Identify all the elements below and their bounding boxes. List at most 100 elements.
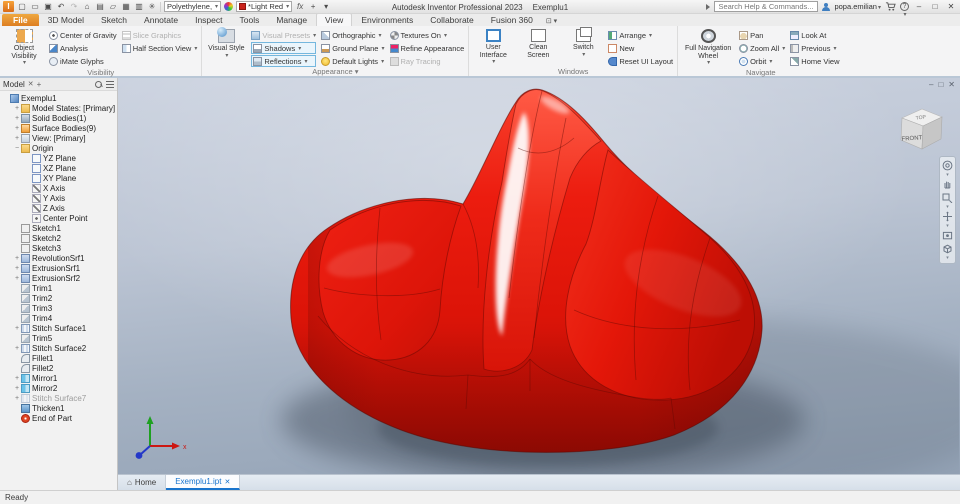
- tab-environments[interactable]: Environments: [353, 14, 421, 26]
- color-wheel-icon[interactable]: [224, 2, 234, 11]
- tree-item-extrusionsrf2[interactable]: + ExtrusionSrf2: [0, 273, 117, 283]
- orbit-button[interactable]: Orbit: [739, 55, 785, 67]
- tab-file[interactable]: File: [2, 14, 39, 26]
- tree-item-model-states-primary-[interactable]: + Model States: [Primary]: [0, 103, 117, 113]
- tree-item-origin[interactable]: − Origin: [0, 143, 117, 153]
- center-of-gravity-button[interactable]: Center of Gravity: [49, 29, 117, 41]
- visual-presets-dropdown[interactable]: Visual Presets: [251, 29, 316, 41]
- nav-look-at-icon[interactable]: [942, 230, 953, 241]
- tree-item-solid-bodies-1-[interactable]: + Solid Bodies(1): [0, 113, 117, 123]
- pan-button[interactable]: Pan: [739, 29, 785, 41]
- tree-item-thicken1[interactable]: Thicken1: [0, 403, 117, 413]
- tree-item-surface-bodies-9-[interactable]: + Surface Bodies(9): [0, 123, 117, 133]
- open-icon[interactable]: ▭: [30, 1, 40, 13]
- object-visibility-button[interactable]: Object Visibility: [4, 27, 44, 68]
- doc-tab-active[interactable]: Exemplu1.ipt ✕: [166, 475, 241, 490]
- tab-annotate[interactable]: Annotate: [136, 14, 186, 26]
- nav-caret[interactable]: ▾: [946, 224, 949, 229]
- tree-item-trim1[interactable]: Trim1: [0, 283, 117, 293]
- tree-expander-icon[interactable]: +: [13, 135, 21, 142]
- tree-item-trim3[interactable]: Trim3: [0, 303, 117, 313]
- close-button[interactable]: ✕: [945, 2, 957, 11]
- browser-tab-add-icon[interactable]: +: [37, 80, 42, 89]
- imate-glyphs-button[interactable]: iMate Glyphs: [49, 55, 117, 67]
- tree-item-mirror1[interactable]: + Mirror1: [0, 373, 117, 383]
- nav-wheel-icon[interactable]: [942, 160, 953, 171]
- tree-item-view-primary-[interactable]: + View: [Primary]: [0, 133, 117, 143]
- tree-item-xy-plane[interactable]: XY Plane: [0, 173, 117, 183]
- material-dropdown[interactable]: Polyethylene,: [164, 1, 222, 12]
- help-button[interactable]: ?: [900, 2, 909, 11]
- tree-item-fillet2[interactable]: Fillet2: [0, 363, 117, 373]
- doc-minimize-button[interactable]: –: [929, 80, 933, 89]
- undo-icon[interactable]: ↶: [56, 1, 66, 13]
- new-file-icon[interactable]: ▢: [17, 1, 27, 13]
- drawing-icon[interactable]: ▤: [95, 1, 105, 13]
- tree-item-yz-plane[interactable]: YZ Plane: [0, 153, 117, 163]
- user-interface-button[interactable]: User Interface: [473, 27, 513, 67]
- save-icon[interactable]: ▣: [43, 1, 53, 13]
- tree-item-x-axis[interactable]: X Axis: [0, 183, 117, 193]
- browser-search-icon[interactable]: [95, 80, 102, 88]
- nav-orbit-icon[interactable]: [942, 211, 953, 222]
- tree-expander-icon[interactable]: +: [13, 395, 21, 402]
- tab-3d-model[interactable]: 3D Model: [40, 14, 92, 26]
- tree-item-sketch1[interactable]: Sketch1: [0, 223, 117, 233]
- tree-item-stitch-surface7[interactable]: + Stitch Surface7: [0, 393, 117, 403]
- image-icon[interactable]: ▦: [121, 1, 131, 13]
- previous-view-button[interactable]: Previous: [790, 42, 839, 54]
- view-cube[interactable]: TOP FRONT: [888, 96, 950, 158]
- tab-inspect[interactable]: Inspect: [187, 14, 230, 26]
- tree-expander-icon[interactable]: +: [13, 375, 21, 382]
- tree-expander-icon[interactable]: +: [13, 125, 21, 132]
- browser-tab-close-icon[interactable]: ✕: [28, 80, 34, 88]
- minimize-button[interactable]: –: [913, 2, 925, 11]
- tree-item-z-axis[interactable]: Z Axis: [0, 203, 117, 213]
- tab-tools[interactable]: Tools: [231, 14, 267, 26]
- doc-close-button[interactable]: ✕: [948, 80, 955, 89]
- browser-menu-icon[interactable]: [106, 80, 114, 88]
- nav-view-cube-icon[interactable]: [942, 243, 953, 254]
- redo-icon[interactable]: ↷: [69, 1, 79, 13]
- reset-ui-layout-button[interactable]: Reset UI Layout: [608, 55, 673, 67]
- ribbon-display-options-icon[interactable]: ⊡ ▾: [546, 17, 557, 26]
- nav-caret[interactable]: ▾: [946, 205, 949, 210]
- orthographic-dropdown[interactable]: Orthographic: [321, 29, 384, 41]
- tree-item-revolutionsrf1[interactable]: + RevolutionSrf1: [0, 253, 117, 263]
- tree-item-trim2[interactable]: Trim2: [0, 293, 117, 303]
- tree-item-xz-plane[interactable]: XZ Plane: [0, 163, 117, 173]
- nav-pan-icon[interactable]: [942, 179, 953, 190]
- model-viewport[interactable]: – □ ✕ TOP FRONT ▾ ▾ ▾ ▾ x: [118, 78, 960, 474]
- share-view-icon[interactable]: ▱: [108, 1, 118, 13]
- half-section-view-button[interactable]: Half Section View: [121, 42, 198, 54]
- new-window-button[interactable]: New: [608, 42, 673, 54]
- tree-expander-icon[interactable]: +: [13, 115, 21, 122]
- tree-item-exemplu1[interactable]: Exemplu1: [0, 93, 117, 103]
- tree-item-stitch-surface2[interactable]: + Stitch Surface2: [0, 343, 117, 353]
- maximize-button[interactable]: □: [929, 2, 941, 11]
- tab-sketch[interactable]: Sketch: [93, 14, 135, 26]
- tree-item-mirror2[interactable]: + Mirror2: [0, 383, 117, 393]
- panel-label-appearance[interactable]: Appearance ▾: [206, 67, 464, 76]
- appearance-dropdown[interactable]: *Light Red: [236, 1, 293, 12]
- user-account-menu[interactable]: popa.emilian: [834, 2, 881, 11]
- user-avatar-icon[interactable]: [822, 2, 831, 11]
- shared-user-icon[interactable]: ▥: [134, 1, 144, 13]
- tree-item-center-point[interactable]: Center Point: [0, 213, 117, 223]
- arrange-dropdown[interactable]: Arrange: [608, 29, 673, 41]
- tree-item-extrusionsrf1[interactable]: + ExtrusionSrf1: [0, 263, 117, 273]
- tree-expander-icon[interactable]: −: [13, 145, 21, 152]
- doc-restore-button[interactable]: □: [938, 80, 943, 89]
- reflections-toggle[interactable]: Reflections: [251, 55, 317, 67]
- tab-view[interactable]: View: [316, 13, 353, 26]
- tree-item-trim5[interactable]: Trim5: [0, 333, 117, 343]
- qat-overflow-button[interactable]: ▾: [321, 1, 331, 13]
- inventor-logo-icon[interactable]: I: [3, 1, 14, 12]
- doc-tab-home[interactable]: ⌂ Home: [118, 475, 167, 490]
- home-view-button[interactable]: Home View: [790, 55, 840, 67]
- tree-item-sketch2[interactable]: Sketch2: [0, 233, 117, 243]
- tree-expander-icon[interactable]: +: [13, 345, 21, 352]
- zoom-all-button[interactable]: Zoom All: [739, 42, 785, 54]
- nav-caret[interactable]: ▾: [946, 256, 949, 261]
- tree-expander-icon[interactable]: +: [13, 265, 21, 272]
